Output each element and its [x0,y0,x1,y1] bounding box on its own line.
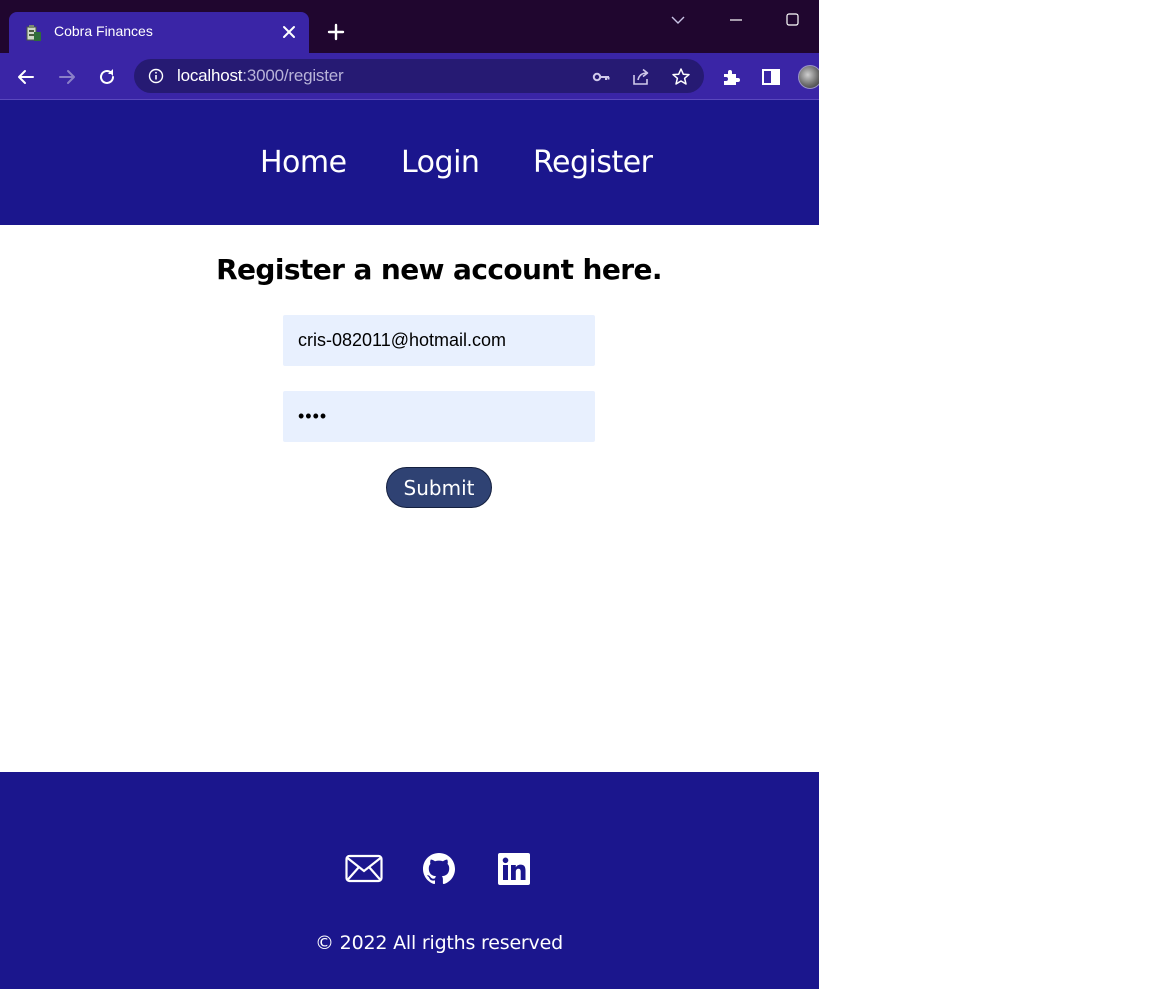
site-footer: © 2022 All rigths reserved [0,772,819,989]
reload-icon[interactable] [96,66,118,88]
nav-register-link[interactable]: Register [533,145,653,180]
site-navbar: Home Login Register [0,100,819,225]
profile-avatar[interactable] [798,65,819,89]
tab-title: Cobra Finances [54,23,153,39]
browser-tab[interactable]: Cobra Finances [9,12,309,53]
forward-arrow-icon[interactable] [56,66,78,88]
close-tab-icon[interactable] [281,24,297,40]
key-icon[interactable] [591,67,611,87]
page-title-text: Register a new account here. [216,253,662,286]
submit-button[interactable]: Submit [386,467,492,508]
url-path: :3000/register [242,66,344,85]
share-icon[interactable] [631,67,651,87]
nav-home-link[interactable]: Home [260,145,347,180]
nav-login-link[interactable]: Login [401,145,480,180]
side-panel-icon[interactable] [760,66,782,88]
address-bar[interactable]: localhost:3000/register [134,59,704,93]
site-info-icon[interactable] [148,68,164,84]
browser-toolbar: localhost:3000/register [0,53,819,100]
minimize-icon[interactable] [726,10,746,30]
password-field[interactable] [283,391,595,442]
github-icon[interactable] [420,852,458,886]
copyright-text: © 2022 All rigths reserved [315,932,563,954]
browser-window: Cobra Finances localhost:3000/register H… [0,0,819,989]
page-title: Register a new account here. [0,253,819,286]
linkedin-icon[interactable] [495,852,533,886]
back-arrow-icon[interactable] [15,66,37,88]
favicon-icon [26,25,41,41]
tab-search-icon[interactable] [668,10,688,30]
maximize-icon[interactable] [783,10,803,30]
url-host: localhost [177,66,243,85]
extensions-icon[interactable] [720,66,742,88]
bookmark-star-icon[interactable] [671,67,691,87]
tab-strip: Cobra Finances [0,0,819,53]
new-tab-icon[interactable] [326,22,346,42]
url-text: localhost:3000/register [177,66,344,86]
mail-icon[interactable] [345,852,383,886]
email-field[interactable] [283,315,595,366]
